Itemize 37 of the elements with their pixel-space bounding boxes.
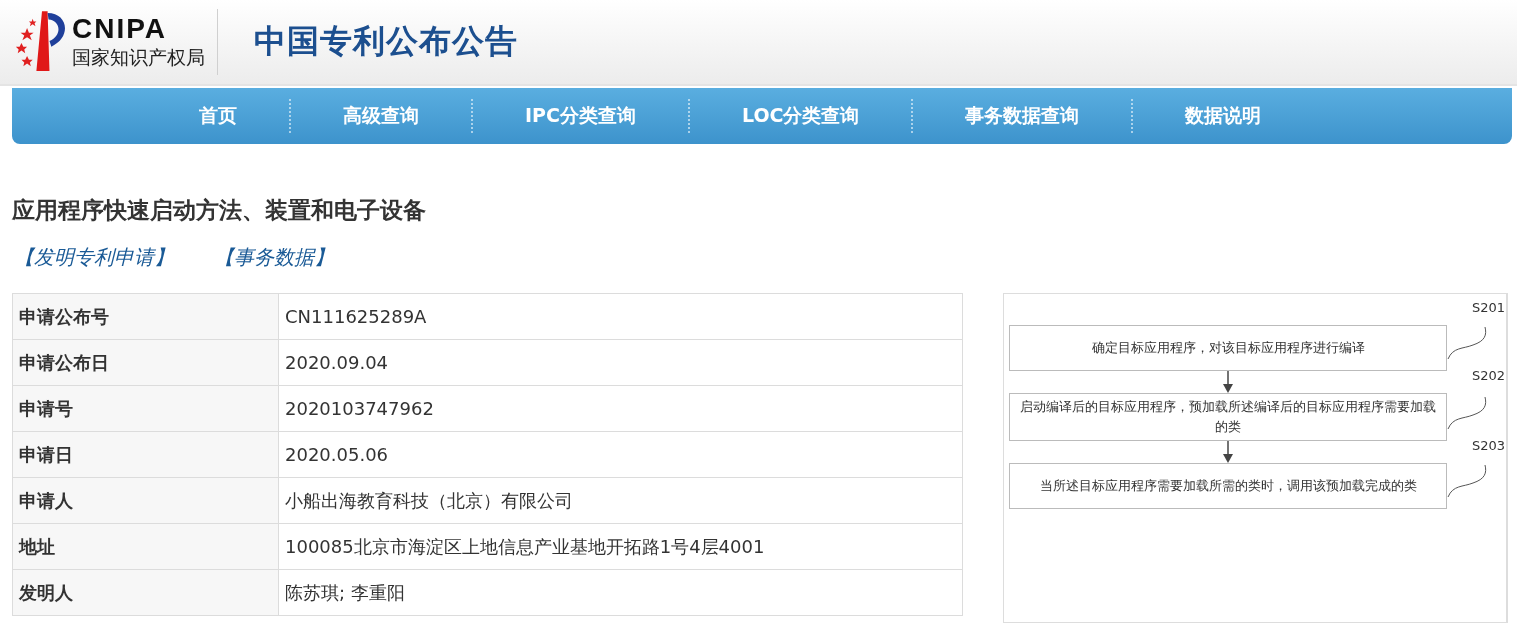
step-label: S202 (1471, 368, 1505, 383)
leader-line (1447, 325, 1489, 361)
field-value: 陈苏琪; 李重阳 (278, 569, 963, 616)
field-label: 申请公布日 (12, 339, 279, 386)
step-label: S203 (1471, 438, 1505, 453)
leader-line (1447, 395, 1489, 431)
patent-title: 应用程序快速启动方法、装置和电子设备 (12, 196, 427, 225)
field-value: 小船出海教育科技（北京）有限公司 (278, 477, 963, 524)
field-value: 2020.09.04 (278, 339, 963, 386)
nav-link[interactable]: IPC分类查询 (473, 103, 688, 129)
nav-link[interactable]: 首页 (147, 103, 289, 129)
flowchart-step: 启动编译后的目标应用程序，预加载所述编译后的目标应用程序需要加载的类 (1009, 393, 1447, 441)
logo-abbreviation: CNIPA (72, 14, 169, 44)
flowchart-step: 当所述目标应用程序需要加载所需的类时，调用该预加载完成的类 (1009, 463, 1447, 509)
organization-name: 国家知识产权局 (72, 45, 205, 70)
field-label: 申请人 (12, 477, 279, 524)
tab-link[interactable]: 【事务数据】 (214, 244, 334, 271)
field-label: 申请公布号 (12, 293, 279, 340)
nav-link[interactable]: 事务数据查询 (913, 103, 1132, 129)
field-label: 申请号 (12, 385, 279, 432)
field-label: 地址 (12, 523, 279, 570)
field-label: 申请日 (12, 431, 279, 478)
site-title: 中国专利公布公告 (254, 21, 518, 62)
arrow-icon (1223, 441, 1233, 463)
field-label: 发明人 (12, 569, 279, 616)
field-value: CN111625289A (278, 293, 963, 340)
arrow-icon (1223, 371, 1233, 393)
tab-link[interactable]: 【发明专利申请】 (14, 244, 174, 271)
flowchart-step: 确定目标应用程序，对该目标应用程序进行编译 (1009, 325, 1447, 371)
leader-line (1447, 463, 1489, 499)
field-value: 100085北京市海淀区上地信息产业基地开拓路1号4层4001 (278, 523, 963, 570)
field-value: 2020.05.06 (278, 431, 963, 478)
nav-link[interactable]: LOC分类查询 (689, 103, 912, 129)
nav-link[interactable]: 高级查询 (291, 103, 471, 129)
step-label: S201 (1471, 300, 1505, 315)
nav-link[interactable]: 数据说明 (1133, 103, 1314, 129)
field-value: 2020103747962 (278, 385, 963, 432)
